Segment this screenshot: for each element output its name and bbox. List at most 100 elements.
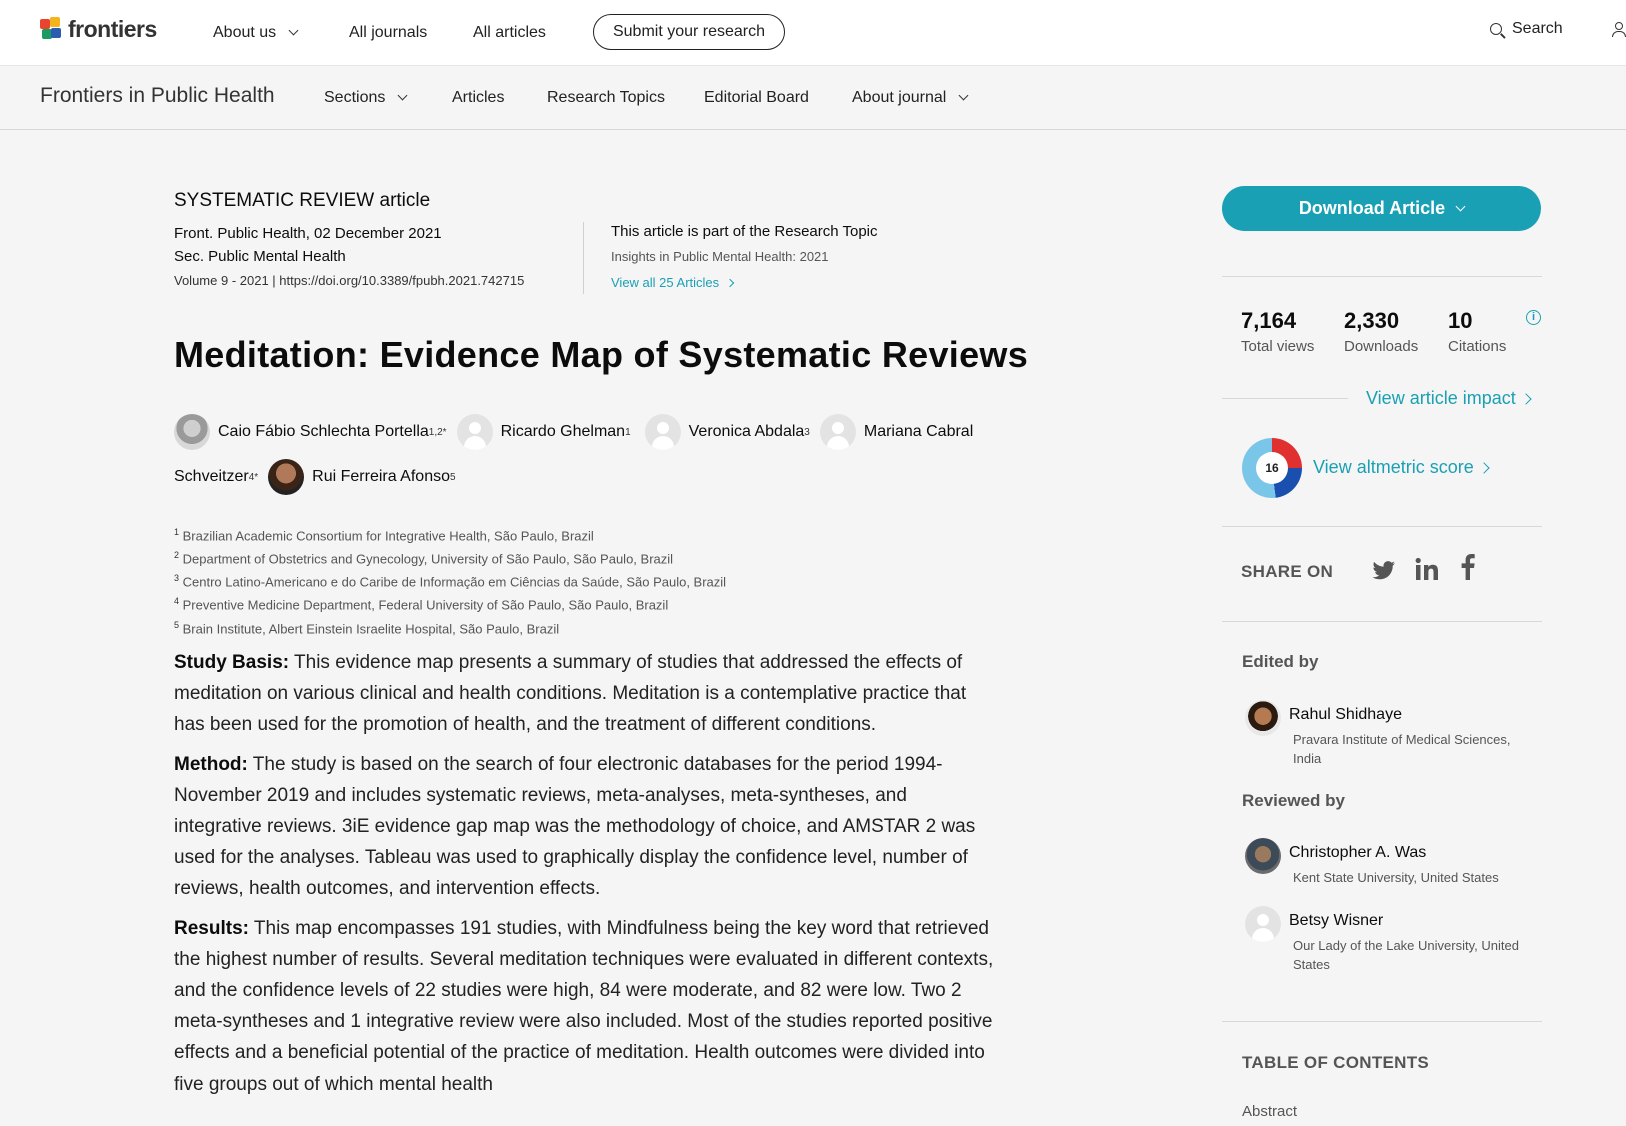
divider (1222, 621, 1542, 622)
metric-citations: 10 Citations (1448, 308, 1507, 355)
chevron-down-icon (288, 25, 299, 36)
affiliation-item: 1 Brazilian Academic Consortium for Inte… (174, 527, 594, 544)
editor-affiliation: Pravara Institute of Medical Sciences, I… (1293, 732, 1511, 766)
author-affiliation-marker: 1 (625, 426, 631, 438)
abstract-results: Results: This map encompasses 191 studie… (174, 917, 994, 1095)
research-topic-name[interactable]: Insights in Public Mental Health: 2021 (611, 249, 829, 264)
affiliation-item: 3 Centro Latino-Americano e do Caribe de… (174, 573, 727, 590)
reviewer-name: Betsy Wisner (1289, 912, 1384, 929)
info-icon[interactable]: i (1526, 310, 1541, 325)
search-icon (1490, 23, 1502, 35)
view-article-impact-link[interactable]: View article impact (1366, 388, 1532, 409)
toc-item-abstract[interactable]: Abstract (1242, 1103, 1297, 1120)
twitter-icon[interactable] (1372, 561, 1396, 581)
author-avatar (174, 414, 210, 450)
affiliation-item: 4 Preventive Medicine Department, Federa… (174, 596, 669, 613)
author-avatar (456, 414, 493, 450)
affiliation-item: 2 Department of Obstetrics and Gynecolog… (174, 550, 674, 567)
download-article-label: Download Article (1298, 198, 1446, 218)
affiliation-item: 5 Brain Institute, Albert Einstein Israe… (174, 619, 560, 636)
nav-all-articles-label: All articles (473, 24, 546, 41)
author-name[interactable]: Veronica Abdala (689, 423, 805, 441)
abstract-method: Method: The study is based on the search… (174, 753, 976, 900)
reviewer-affiliation: Our Lady of the Lake University, United … (1293, 938, 1519, 972)
author-affiliation-marker: 1,2* (428, 426, 447, 438)
frontiers-logo-icon (40, 16, 62, 43)
download-article-button[interactable]: Download Article (1222, 186, 1541, 231)
author-avatar (819, 414, 856, 450)
author-list: Caio Fábio Schlechta Portella 1,2* Ricard… (174, 414, 973, 450)
divider (1222, 398, 1348, 399)
author-name[interactable]: Rui Ferreira Afonso (312, 468, 450, 486)
chevron-down-icon (1455, 201, 1466, 211)
author-affiliation-marker: 3 (804, 426, 810, 438)
search-button[interactable]: Search (1490, 20, 1563, 38)
nav-all-articles[interactable]: All articles (473, 0, 546, 66)
editor-card[interactable]: Rahul Shidhaye Pravara Institute of Medi… (1245, 700, 1533, 768)
user-account-icon[interactable] (1612, 22, 1626, 40)
frontiers-logo[interactable]: frontiers (40, 16, 157, 43)
journal-nav-editorial-board-label: Editorial Board (704, 89, 809, 106)
journal-nav-sections-label: Sections (324, 89, 386, 106)
divider (1222, 276, 1542, 277)
view-altmetric-score-label: View altmetric score (1313, 457, 1474, 477)
view-all-articles-label: View all 25 Articles (611, 275, 720, 290)
reviewer-affiliation: Kent State University, United States (1293, 870, 1499, 885)
author-affiliation-marker: 5 (450, 471, 456, 483)
submit-research-button[interactable]: Submit your research (593, 14, 785, 50)
top-navigation-bar: frontiers About us All journals All arti… (0, 0, 1626, 66)
article-volume-doi[interactable]: Volume 9 - 2021 | https://doi.org/10.338… (174, 273, 524, 288)
author-avatar (268, 459, 305, 495)
chevron-down-icon (958, 90, 969, 101)
metric-downloads: 2,330 Downloads (1344, 308, 1419, 355)
article-title: Meditation: Evidence Map of Systematic R… (174, 334, 1029, 375)
altmetric-score: 16 (1256, 452, 1288, 484)
author-avatar (644, 414, 681, 450)
abstract-study-basis: Study Basis: This evidence map presents … (174, 652, 967, 736)
editor-avatar (1245, 700, 1281, 736)
linkedin-icon[interactable] (1415, 557, 1439, 581)
nav-about-us-label: About us (213, 24, 277, 41)
chevron-down-icon (397, 90, 408, 101)
author-list-continued: Schveitzer 4* Rui Ferreira Afonso 5 (174, 459, 456, 495)
view-article-impact-label: View article impact (1366, 388, 1516, 408)
reviewer-name: Christopher A. Was (1289, 844, 1427, 861)
divider (583, 222, 584, 294)
author-name[interactable]: Mariana Cabral (864, 423, 973, 441)
journal-nav-sections[interactable]: Sections (324, 66, 408, 130)
article-section[interactable]: Sec. Public Mental Health (174, 248, 346, 265)
share-label: SHARE ON (1241, 562, 1334, 581)
author-name[interactable]: Caio Fábio Schlechta Portella (218, 423, 429, 441)
reviewed-by-heading: Reviewed by (1242, 791, 1345, 810)
view-altmetric-score-link[interactable]: View altmetric score (1313, 457, 1490, 478)
nav-all-journals[interactable]: All journals (349, 0, 427, 66)
author-name[interactable]: Schveitzer (174, 468, 249, 486)
article-citation: Front. Public Health, 02 December 2021 (174, 225, 442, 242)
divider (1222, 526, 1542, 527)
reviewer-card[interactable]: Christopher A. Was Kent State University… (1245, 838, 1533, 887)
journal-name[interactable]: Frontiers in Public Health (40, 84, 275, 108)
journal-nav-editorial-board[interactable]: Editorial Board (704, 66, 809, 130)
facebook-icon[interactable] (1461, 554, 1475, 580)
edited-by-heading: Edited by (1242, 652, 1319, 671)
search-label: Search (1512, 20, 1563, 37)
journal-nav-about-journal[interactable]: About journal (852, 66, 969, 130)
view-all-articles-link[interactable]: View all 25 Articles (611, 275, 735, 290)
metric-total-views: 7,164 Total views (1241, 308, 1315, 355)
chevron-right-icon (1520, 392, 1532, 405)
affiliation-list: 1 Brazilian Academic Consortium for Inte… (174, 523, 726, 639)
divider (1222, 1021, 1542, 1022)
editor-name: Rahul Shidhaye (1289, 706, 1402, 723)
nav-about-us[interactable]: About us (213, 0, 299, 66)
altmetric-badge[interactable]: 16 (1242, 438, 1302, 498)
article-type: SYSTEMATIC REVIEW article (174, 190, 431, 211)
journal-nav-research-topics[interactable]: Research Topics (547, 66, 665, 130)
journal-nav-articles-label: Articles (452, 89, 505, 106)
journal-nav-articles[interactable]: Articles (452, 66, 504, 130)
abstract: Study Basis: This evidence map presents … (174, 647, 994, 1108)
reviewer-card[interactable]: Betsy Wisner Our Lady of the Lake Univer… (1245, 906, 1533, 974)
table-of-contents-heading: TABLE OF CONTENTS (1242, 1053, 1430, 1072)
author-name[interactable]: Ricardo Ghelman (501, 423, 626, 441)
chevron-right-icon (1478, 461, 1490, 474)
nav-all-journals-label: All journals (349, 24, 428, 41)
